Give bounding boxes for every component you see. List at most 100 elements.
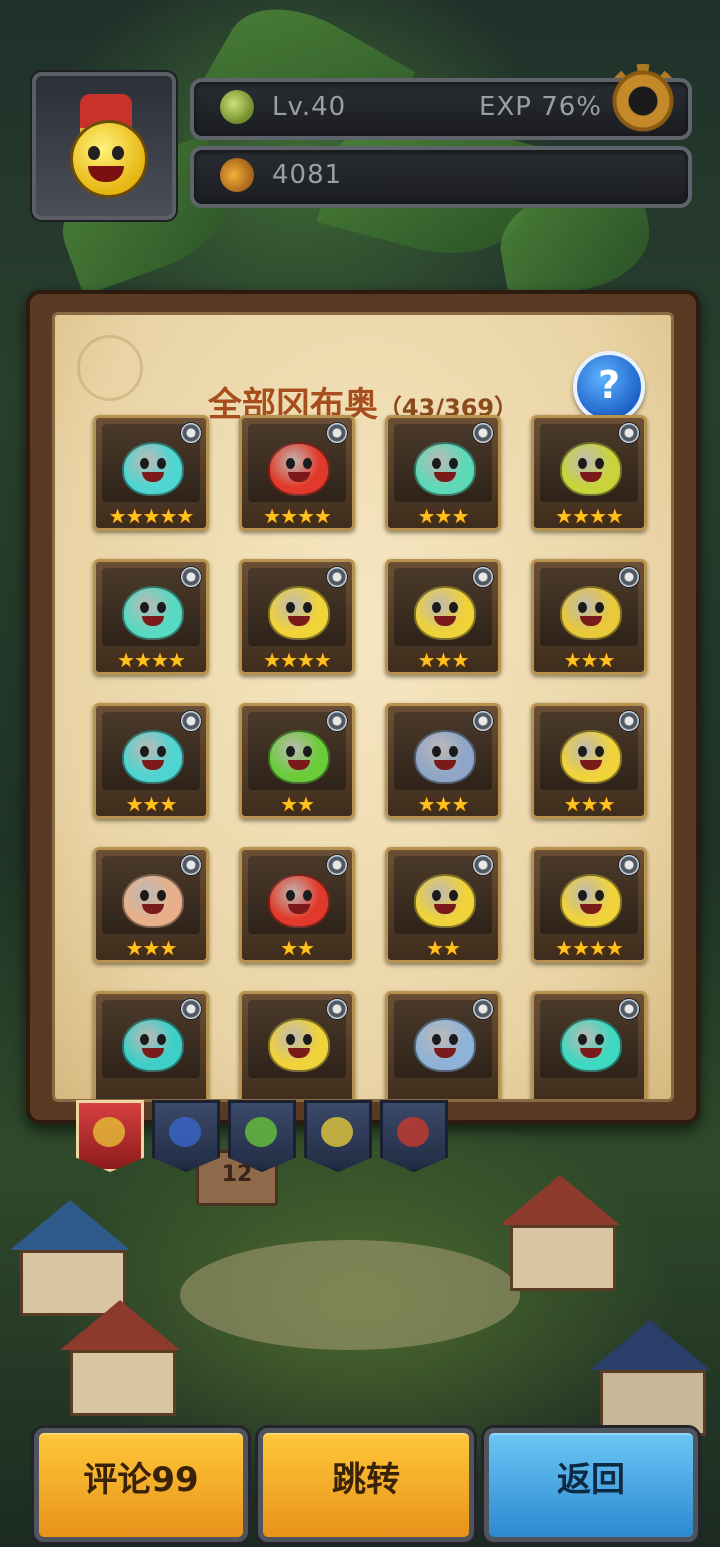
gumball-card[interactable]: [385, 991, 501, 1099]
gumball-eye: [595, 890, 604, 901]
tab-all[interactable]: [76, 1100, 144, 1172]
gumball-card[interactable]: ★★: [239, 847, 355, 963]
gumball-card[interactable]: [93, 991, 209, 1099]
gumball-card[interactable]: ★★★★: [531, 415, 647, 531]
gumball-card[interactable]: ★★★: [531, 703, 647, 819]
gumball-mouth: [580, 616, 602, 626]
help-button[interactable]: ?: [573, 351, 645, 423]
tab-red[interactable]: [380, 1100, 448, 1172]
star-rating: ★★★★: [555, 936, 624, 960]
star-rating: ★★★★★: [108, 504, 195, 528]
settings-gear-icon[interactable]: [606, 64, 680, 138]
tab-yellow[interactable]: [304, 1100, 372, 1172]
gumball-card[interactable]: ★★★★: [239, 559, 355, 675]
avatar-eye: [88, 146, 100, 160]
village-house: [60, 1300, 180, 1416]
gumball-eye: [578, 458, 587, 469]
gumball-card[interactable]: [239, 991, 355, 1099]
gumball-eye: [449, 602, 458, 613]
collection-panel-body: 全部冈布奥（43/369） ? ★★★★★ ★★★★ ★★★ ★★★★ ★★★★ ★★★★…: [52, 312, 674, 1102]
gumball-card[interactable]: ★★: [239, 703, 355, 819]
star-rating: ★★★★: [263, 504, 332, 528]
class-badge-icon: [618, 422, 640, 444]
class-badge-icon: [618, 998, 640, 1020]
collection-panel: 全部冈布奥（43/369） ? ★★★★★ ★★★★ ★★★ ★★★★ ★★★★ ★★★★…: [26, 290, 700, 1124]
gumball-card[interactable]: ★★★: [93, 703, 209, 819]
gumball-mouth: [142, 1048, 164, 1058]
gumball-card[interactable]: ★★★★: [531, 847, 647, 963]
gumball-eye: [140, 890, 149, 901]
gumball-eye: [140, 602, 149, 613]
gumball-card[interactable]: ★★★★★: [93, 415, 209, 531]
class-badge-icon: [180, 710, 202, 732]
gumball-card[interactable]: ★★: [385, 847, 501, 963]
class-badge-icon: [472, 422, 494, 444]
star-rating: ★★★: [125, 792, 178, 816]
comment-button[interactable]: 评论99: [34, 1428, 248, 1542]
class-badge-icon: [472, 710, 494, 732]
gumball-figure: [560, 586, 622, 640]
gumball-mouth: [580, 904, 602, 914]
jump-button[interactable]: 跳转: [258, 1428, 474, 1542]
back-button[interactable]: 返回: [484, 1428, 698, 1542]
gumball-figure: [268, 442, 330, 496]
gumball-card[interactable]: [531, 991, 647, 1099]
star-rating: ★★★: [563, 648, 616, 672]
gumball-eye: [157, 602, 166, 613]
gumball-eye: [578, 602, 587, 613]
gumball-eye: [432, 890, 441, 901]
gumball-mouth: [580, 472, 602, 482]
gumball-mouth: [434, 616, 456, 626]
star-rating: ★★★: [417, 504, 470, 528]
gumball-figure: [414, 874, 476, 928]
gumball-eye: [449, 458, 458, 469]
village-house: [500, 1175, 620, 1291]
gumball-eye: [432, 602, 441, 613]
gumball-eye: [157, 746, 166, 757]
gumball-card[interactable]: ★★★: [385, 559, 501, 675]
gumball-mouth: [288, 1048, 310, 1058]
star-rating: ★★★: [417, 792, 470, 816]
gumball-eye: [595, 602, 604, 613]
tab-gumball-icon: [245, 1117, 277, 1147]
gumball-card[interactable]: ★★★: [385, 415, 501, 531]
gumball-mouth: [288, 472, 310, 482]
star-rating: ★★★: [563, 792, 616, 816]
class-badge-icon: [180, 998, 202, 1020]
class-badge-icon: [180, 854, 202, 876]
gumball-eye: [286, 890, 295, 901]
tab-blue[interactable]: [152, 1100, 220, 1172]
gumball-figure: [414, 1018, 476, 1072]
star-rating: [388, 1080, 498, 1099]
gumball-eye: [449, 746, 458, 757]
gumball-card[interactable]: ★★★: [385, 703, 501, 819]
gumball-figure: [122, 1018, 184, 1072]
gumball-mouth: [580, 760, 602, 770]
class-badge-icon: [618, 566, 640, 588]
class-badge-icon: [326, 566, 348, 588]
player-avatar[interactable]: [32, 72, 176, 220]
level-text: Lv.40: [272, 92, 347, 122]
gumball-figure: [414, 586, 476, 640]
gumball-card[interactable]: ★★★★: [93, 559, 209, 675]
class-badge-icon: [472, 854, 494, 876]
gumball-eye: [303, 1034, 312, 1045]
class-badge-icon: [180, 422, 202, 444]
gumball-card[interactable]: ★★★: [93, 847, 209, 963]
tab-green[interactable]: [228, 1100, 296, 1172]
star-rating: ★★★: [125, 936, 178, 960]
gumball-mouth: [434, 1048, 456, 1058]
gumball-mouth: [434, 472, 456, 482]
gumball-mouth: [142, 616, 164, 626]
gumball-figure: [560, 442, 622, 496]
tab-gumball-icon: [93, 1117, 125, 1147]
gumball-figure: [122, 730, 184, 784]
avatar-eye: [112, 146, 124, 160]
level-leaf-icon: [220, 90, 254, 124]
class-badge-icon: [618, 854, 640, 876]
gumball-card[interactable]: ★★★: [531, 559, 647, 675]
class-badge-icon: [618, 710, 640, 732]
gumball-card[interactable]: ★★★★: [239, 415, 355, 531]
gumball-eye: [595, 746, 604, 757]
gumball-figure: [414, 730, 476, 784]
